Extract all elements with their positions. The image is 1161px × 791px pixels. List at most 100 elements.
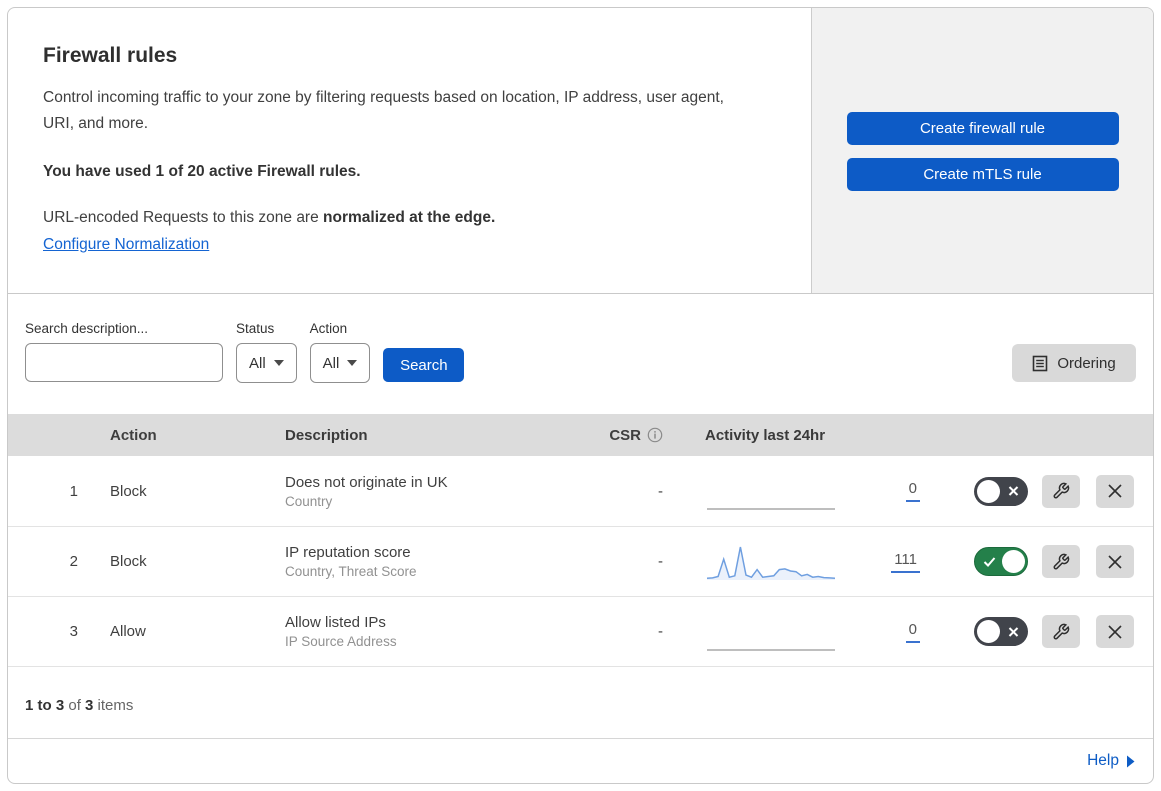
rule-enabled-toggle[interactable] — [974, 547, 1028, 576]
rule-action: Block — [110, 482, 147, 500]
csr-label: CSR — [609, 426, 641, 444]
rule-controls-cell — [928, 615, 1153, 648]
column-header-description: Description — [285, 426, 368, 444]
normalization-prefix: URL-encoded Requests to this zone are — [43, 209, 324, 226]
of-text: of — [64, 697, 86, 714]
rule-fields: Country, Threat Score — [285, 564, 417, 579]
action-label: Action — [309, 321, 348, 336]
rule-fields: Country — [285, 493, 333, 509]
toggle-x-icon — [1008, 486, 1019, 496]
page-title: Firewall rules — [43, 44, 178, 67]
help-link[interactable]: Help — [1087, 752, 1135, 770]
rule-action: Block — [110, 553, 147, 570]
status-selected-value: All — [249, 354, 266, 372]
activity-sparkline — [707, 542, 835, 582]
delete-rule-button[interactable] — [1096, 545, 1134, 578]
rule-csr: - — [658, 482, 663, 500]
rule-priority: 1 — [69, 482, 78, 500]
rule-enabled-toggle[interactable] — [974, 476, 1028, 506]
column-header-action: Action — [110, 426, 157, 444]
activity-count-link[interactable]: 0 — [905, 480, 920, 502]
ordering-button[interactable]: Ordering — [1012, 344, 1136, 382]
rule-description: Allow listed IPs — [285, 614, 386, 631]
rule-activity-cell: 0 — [673, 612, 928, 652]
activity-sparkline — [707, 612, 835, 652]
toggle-knob — [977, 620, 1000, 643]
rule-action: Allow — [110, 623, 146, 640]
wrench-icon — [1053, 623, 1070, 639]
rule-csr: - — [658, 553, 663, 570]
create-mtls-rule-button[interactable]: Create mTLS rule — [846, 158, 1119, 191]
column-header-csr: CSR — [578, 427, 673, 444]
search-group: Search description... — [25, 321, 225, 382]
search-button-wrap: Search — [383, 321, 465, 382]
search-input[interactable] — [44, 354, 225, 371]
toggle-knob — [977, 479, 1000, 503]
toggle-x-icon — [1008, 626, 1019, 637]
rule-description-cell: Does not originate in UK Country — [271, 474, 578, 509]
action-selected-value: All — [322, 354, 340, 372]
page-description: Control incoming traffic to your zone by… — [43, 89, 724, 132]
ordering-button-label: Ordering — [1057, 354, 1116, 372]
ordering-list-icon — [1033, 355, 1048, 371]
rule-controls-cell — [928, 545, 1153, 578]
rule-csr: - — [658, 623, 663, 640]
activity-count-link[interactable]: 111 — [891, 551, 920, 573]
table-row: 3 Allow Allow listed IPs IP Source Addre… — [8, 596, 1153, 666]
table-header-row: Action Description CSR Activity last 24h… — [8, 414, 1153, 456]
rule-enabled-toggle[interactable] — [974, 617, 1028, 646]
status-select[interactable]: All — [236, 343, 297, 383]
rule-activity-cell: 0 — [673, 471, 928, 511]
filter-toolbar: Search description... Status All Action — [8, 294, 1153, 414]
header-section: Firewall rules Control incoming traffic … — [8, 8, 1153, 294]
action-select[interactable]: All — [309, 343, 371, 383]
chevron-down-icon — [347, 360, 358, 366]
toggle-knob — [1002, 550, 1025, 573]
status-filter-group: Status All — [236, 321, 297, 383]
close-icon — [1108, 554, 1122, 569]
edit-rule-button[interactable] — [1042, 615, 1080, 648]
activity-sparkline — [707, 471, 835, 511]
header-text-block: Firewall rules Control incoming traffic … — [8, 8, 811, 293]
arrow-right-icon — [1127, 755, 1135, 767]
rule-description-cell: Allow listed IPs IP Source Address — [271, 614, 578, 649]
delete-rule-button[interactable] — [1096, 474, 1134, 508]
normalization-note: URL-encoded Requests to this zone are no… — [43, 209, 771, 227]
search-label: Search description... — [25, 321, 149, 336]
configure-normalization-link[interactable]: Configure Normalization — [43, 236, 209, 254]
table-row: 2 Block IP reputation score Country, Thr… — [8, 526, 1153, 596]
filter-controls: Search description... Status All Action — [25, 321, 465, 383]
firewall-rules-card: Firewall rules Control incoming traffic … — [7, 7, 1154, 784]
help-bar: Help — [8, 738, 1153, 783]
items-text: items — [93, 697, 134, 714]
normalization-bold: normalized at the edge. — [323, 209, 496, 226]
column-header-activity: Activity last 24hr — [705, 426, 826, 444]
rule-fields: IP Source Address — [285, 634, 397, 649]
wrench-icon — [1053, 482, 1070, 499]
create-firewall-rule-button[interactable]: Create firewall rule — [846, 112, 1119, 145]
rule-activity-cell: 111 — [673, 542, 928, 582]
pagination-summary: 1 to 3 of 3 items — [8, 667, 1153, 738]
close-icon — [1108, 484, 1122, 498]
search-box — [25, 343, 225, 382]
close-icon — [1108, 624, 1122, 639]
rule-description: IP reputation score — [285, 544, 411, 561]
info-icon[interactable] — [647, 427, 663, 443]
search-button[interactable]: Search — [383, 348, 465, 382]
rule-description: Does not originate in UK — [285, 473, 448, 491]
edit-rule-button[interactable] — [1042, 474, 1080, 508]
delete-rule-button[interactable] — [1096, 615, 1134, 648]
help-label: Help — [1087, 752, 1119, 769]
chevron-down-icon — [273, 360, 284, 366]
wrench-icon — [1053, 553, 1070, 569]
table-row: 1 Block Does not originate in UK Country… — [8, 456, 1153, 526]
range-text: 1 to 3 — [25, 697, 65, 714]
header-actions-panel: Create firewall rule Create mTLS rule — [811, 8, 1153, 293]
usage-summary: You have used 1 of 20 active Firewall ru… — [43, 163, 361, 180]
rule-priority: 2 — [69, 553, 78, 570]
activity-count-link[interactable]: 0 — [905, 621, 920, 643]
table-body: 1 Block Does not originate in UK Country… — [8, 456, 1153, 667]
status-label: Status — [236, 321, 275, 336]
edit-rule-button[interactable] — [1042, 545, 1080, 578]
rule-description-cell: IP reputation score Country, Threat Scor… — [271, 544, 578, 579]
